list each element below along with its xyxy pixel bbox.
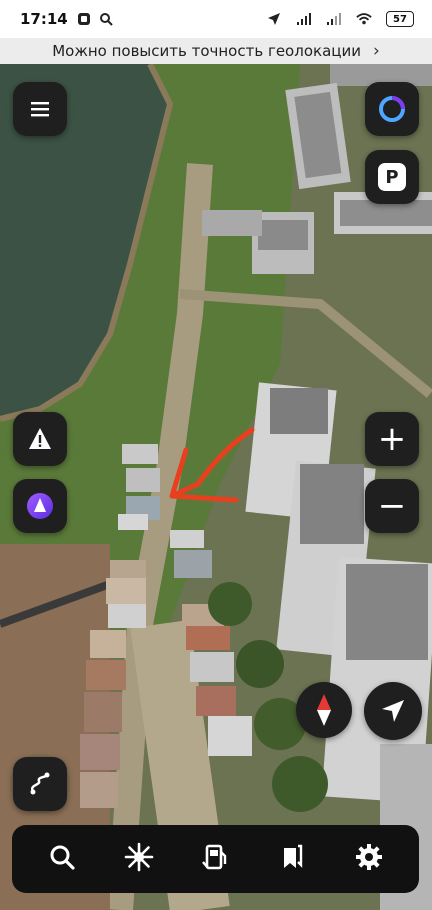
fuel-icon (200, 842, 230, 876)
alice-assistant-button[interactable] (13, 479, 67, 533)
search-icon (48, 843, 76, 875)
plus-icon: + (377, 419, 407, 459)
route-button[interactable] (13, 757, 67, 811)
compass-icon (314, 693, 334, 727)
settings-icon (354, 842, 384, 876)
fuel-button[interactable] (187, 831, 243, 887)
warning-triangle-icon (27, 426, 53, 452)
alice-ring-icon (377, 94, 407, 124)
alice-assistant-icon (25, 491, 55, 521)
parking-button[interactable]: P (365, 150, 419, 204)
menu-button[interactable] (13, 82, 67, 136)
road-alert-button[interactable] (13, 412, 67, 466)
status-bar: 17:14 57 (0, 0, 432, 38)
parking-icon: P (378, 163, 406, 191)
geolocation-accuracy-banner[interactable]: Можно повысить точность геолокации › (0, 38, 432, 64)
signal-icon-2 (326, 11, 342, 27)
zoom-out-button[interactable]: − (365, 479, 419, 533)
bookmarks-icon (278, 843, 306, 875)
status-time: 17:14 (20, 10, 68, 28)
compass-button[interactable] (296, 682, 352, 738)
geolocation-banner-text: Можно повысить точность геолокации (52, 42, 361, 60)
wifi-icon (356, 11, 372, 27)
bookmarks-button[interactable] (264, 831, 320, 887)
hamburger-menu-icon (29, 100, 51, 118)
search-notification-icon (98, 11, 114, 27)
parking-label: P (385, 166, 399, 188)
notification-app-icon (76, 11, 92, 27)
navigation-arrow-icon (380, 698, 406, 724)
alice-top-button[interactable] (365, 82, 419, 136)
explore-button[interactable] (111, 831, 167, 887)
explore-icon (123, 841, 155, 877)
route-icon (27, 771, 53, 797)
battery-indicator: 57 (386, 11, 414, 27)
signal-icon-1 (296, 11, 312, 27)
minus-icon: − (377, 486, 407, 526)
search-button[interactable] (34, 831, 90, 887)
zoom-in-button[interactable]: + (365, 412, 419, 466)
my-location-button[interactable] (364, 682, 422, 740)
chevron-right-icon: › (372, 41, 380, 61)
location-arrow-icon (266, 11, 282, 27)
settings-button[interactable] (341, 831, 397, 887)
bottom-toolbar (12, 825, 419, 893)
